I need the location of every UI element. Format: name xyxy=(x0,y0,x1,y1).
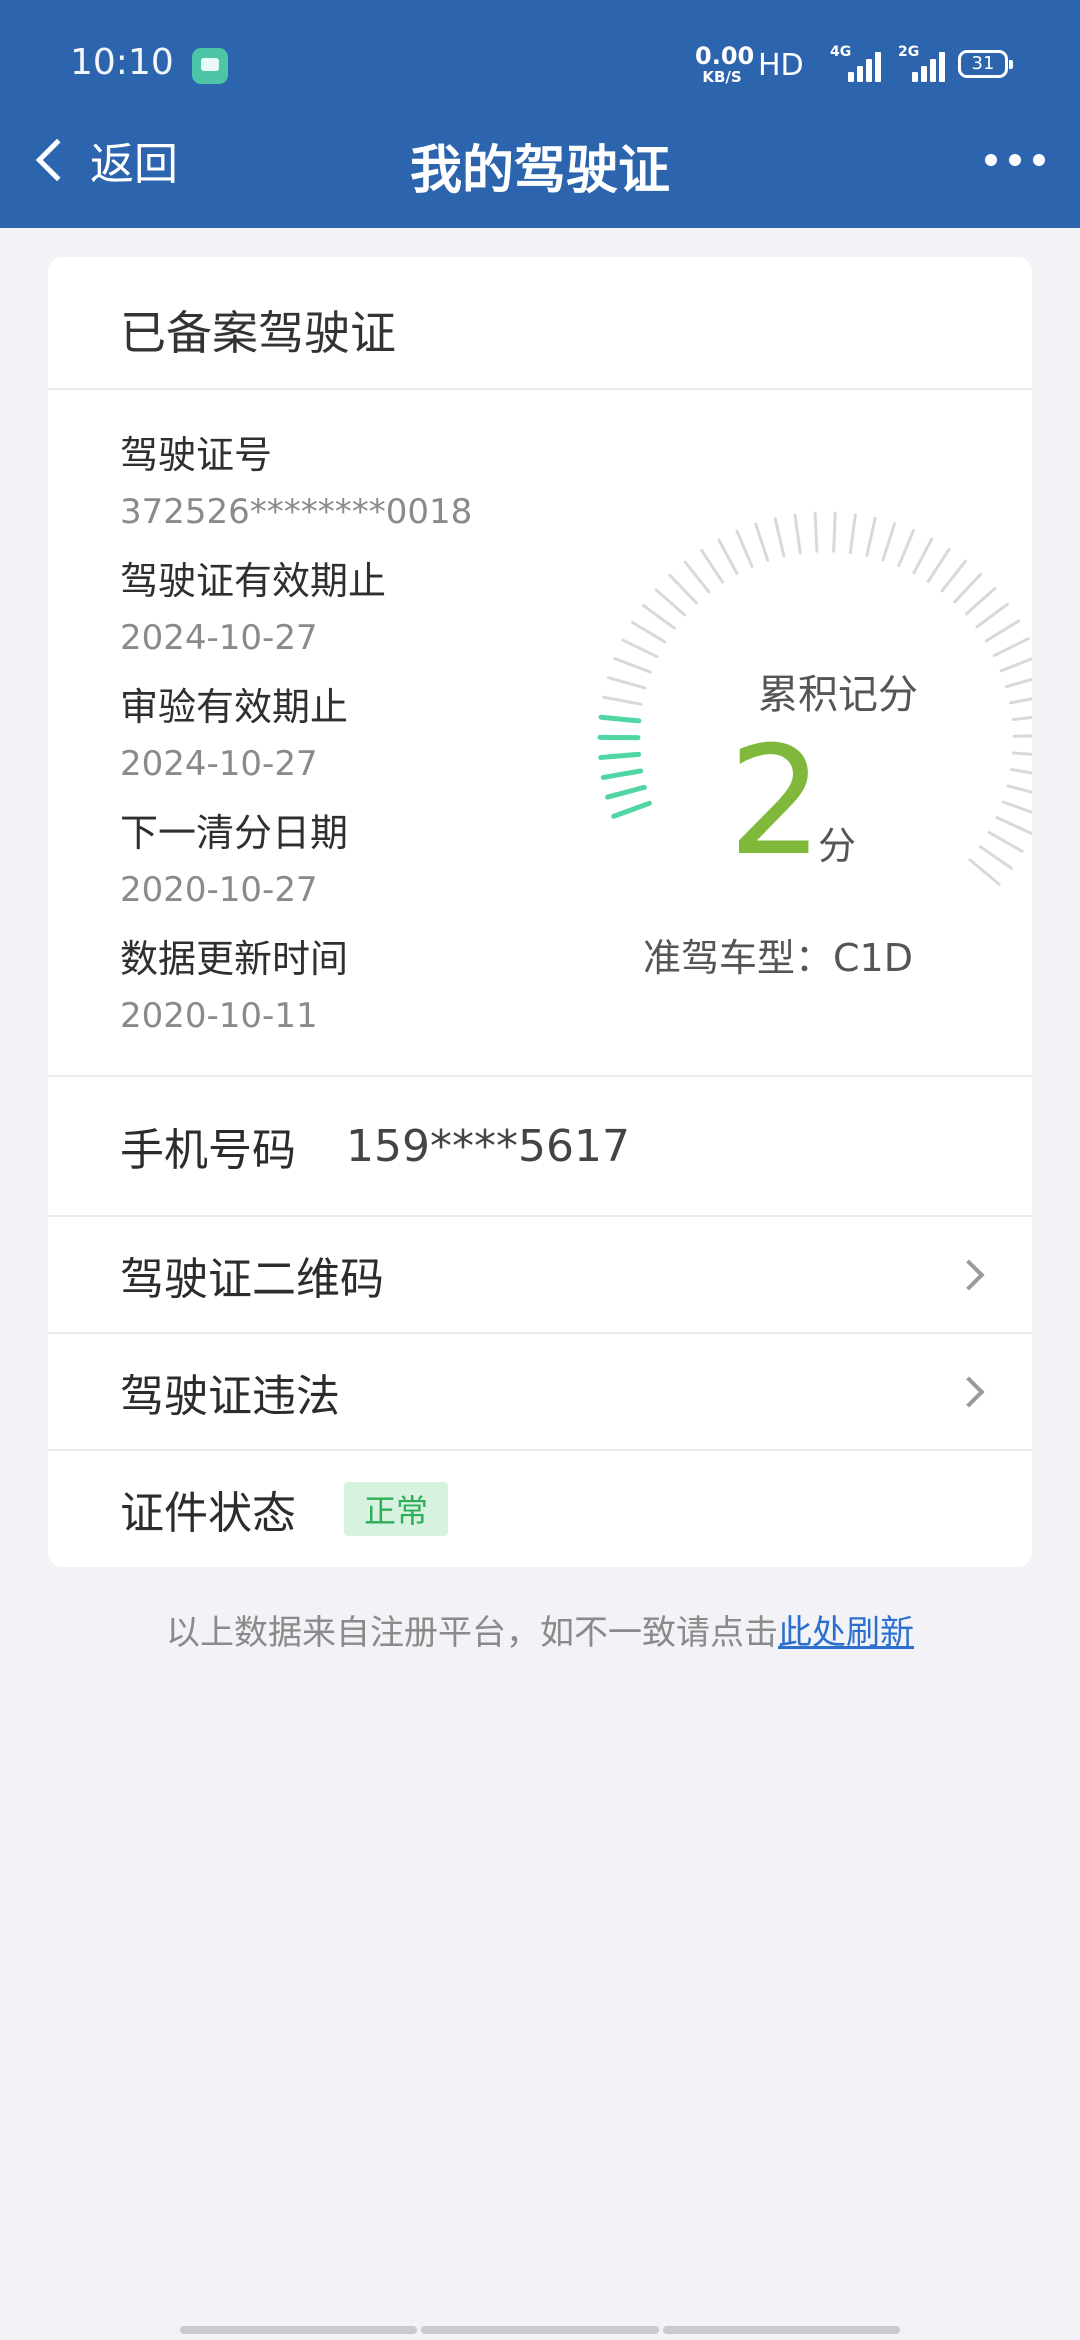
gauge-tick xyxy=(1012,734,1032,738)
gauge-tick xyxy=(613,657,652,674)
license-qr-code-label: 驾驶证二维码 xyxy=(120,1253,384,1305)
gauge-tick-active xyxy=(598,751,642,760)
page-title: 我的驾驶证 xyxy=(409,141,670,201)
license-card: 已备案驾驶证 驾驶证号 372526********0018 驾驶证有效期止 2… xyxy=(48,257,1032,1567)
chevron-right-icon xyxy=(953,1258,985,1291)
signal-bar xyxy=(875,52,881,82)
gauge-tick xyxy=(964,587,997,616)
home-indicator-segment xyxy=(662,2326,900,2334)
top-bar: 10:10 0.00 KB/S HD 4G 2G 31 返回 我的驾驶证 xyxy=(0,0,1080,228)
signal-bar xyxy=(930,59,936,82)
gauge-tick xyxy=(984,619,1021,643)
more-icon[interactable] xyxy=(985,150,1045,170)
gauge-tick xyxy=(987,830,1024,853)
score-unit: 分 xyxy=(818,824,857,868)
gauge-tick xyxy=(754,522,770,562)
battery-icon: 31 xyxy=(958,50,1013,78)
chevron-right-icon xyxy=(953,1375,985,1408)
gauge-tick xyxy=(1001,800,1032,814)
more-dot xyxy=(1033,154,1045,166)
signal-bar xyxy=(912,72,918,82)
status-badge: 正常 xyxy=(344,1482,449,1536)
license-violation-row[interactable]: 驾驶证违法 xyxy=(48,1334,1032,1449)
status-time: 10:10 xyxy=(70,42,174,83)
home-indicator-segment xyxy=(421,2326,659,2334)
gauge-tick xyxy=(978,845,1013,870)
gauge-tick xyxy=(813,511,819,553)
score-value: 2 xyxy=(728,715,824,889)
home-indicator-segment xyxy=(180,2326,418,2334)
gauge-tick xyxy=(975,602,1009,629)
gauge-tick-active xyxy=(598,714,642,724)
score-label: 累积记分 xyxy=(758,672,918,718)
gauge-tick xyxy=(621,638,659,659)
signal-bar xyxy=(857,66,863,82)
gauge-tick xyxy=(1011,751,1032,756)
gauge-tick xyxy=(1006,784,1032,794)
gauge-tick xyxy=(1009,768,1032,775)
gauge-tick xyxy=(995,816,1032,835)
gauge-tick xyxy=(630,620,667,644)
gauge-tick xyxy=(717,538,739,575)
gauge-tick xyxy=(735,529,754,568)
license-violation-label: 驾驶证违法 xyxy=(120,1370,340,1422)
gauge-tick xyxy=(832,511,837,553)
gauge-tick xyxy=(606,676,647,690)
network-speed-unit: KB/S xyxy=(702,68,742,86)
signal-4g-icon: 4G xyxy=(830,44,881,82)
more-dot xyxy=(1009,154,1021,166)
more-dot xyxy=(985,154,997,166)
gauge-tick xyxy=(602,695,643,706)
network-speed-value: 0.00 xyxy=(695,42,755,70)
license-qr-code-row[interactable]: 驾驶证二维码 xyxy=(48,1217,1032,1332)
signal-2g-label: 2G xyxy=(898,44,920,60)
data-source-text: 以上数据来自注册平台，如不一致请点击 xyxy=(166,1613,778,1653)
license-status-label: 证件状态 xyxy=(120,1488,296,1539)
signal-bar xyxy=(848,72,854,82)
signal-4g-label: 4G xyxy=(830,44,852,60)
gauge-tick-active xyxy=(611,800,652,819)
gauge-tick xyxy=(642,604,676,630)
phone-value: 159****5617 xyxy=(346,1120,630,1172)
license-status-row: 证件状态 正常 xyxy=(48,1451,1032,1567)
gauge-tick xyxy=(700,548,724,584)
data-source-note: 以上数据来自注册平台，如不一致请点击此处刷新 xyxy=(0,1605,1080,1654)
license-class: 准驾车型：C1D xyxy=(643,936,913,980)
gauge-tick xyxy=(881,522,897,562)
gauge-tick-active xyxy=(605,784,647,800)
gauge-tick xyxy=(865,516,877,557)
gauge-tick xyxy=(654,588,687,617)
gauge-tick xyxy=(992,637,1030,657)
signal-bar xyxy=(921,66,927,82)
gauge-tick xyxy=(953,572,983,604)
gauge-tick xyxy=(1005,677,1032,689)
gauge-tick xyxy=(968,858,1001,886)
phone-label: 手机号码 xyxy=(120,1125,296,1176)
gauge-tick xyxy=(1009,697,1032,705)
hd-indicator: HD xyxy=(758,48,804,83)
signal-2g-icon: 2G xyxy=(898,44,946,82)
gauge-tick xyxy=(848,513,857,555)
gauge-tick xyxy=(926,547,951,583)
gauge-tick xyxy=(897,529,915,568)
signal-bar xyxy=(866,59,872,82)
gauge-tick xyxy=(999,657,1032,673)
gauge-tick xyxy=(1011,715,1032,721)
network-speed: 0.00 KB/S xyxy=(695,42,755,86)
gauge-tick xyxy=(668,573,698,605)
home-indicator[interactable] xyxy=(180,2326,900,2334)
refresh-link[interactable]: 此处刷新 xyxy=(778,1613,914,1653)
gauge-tick xyxy=(912,537,934,575)
gauge-tick xyxy=(683,560,711,594)
signal-bar xyxy=(939,52,945,82)
gauge-tick xyxy=(793,513,802,555)
message-app-icon xyxy=(192,48,228,84)
gauge-tick-active xyxy=(600,768,644,780)
phone-row: 手机号码 159****5617 xyxy=(48,1077,1032,1215)
gauge-tick xyxy=(773,517,786,558)
gauge-tick xyxy=(940,559,967,593)
